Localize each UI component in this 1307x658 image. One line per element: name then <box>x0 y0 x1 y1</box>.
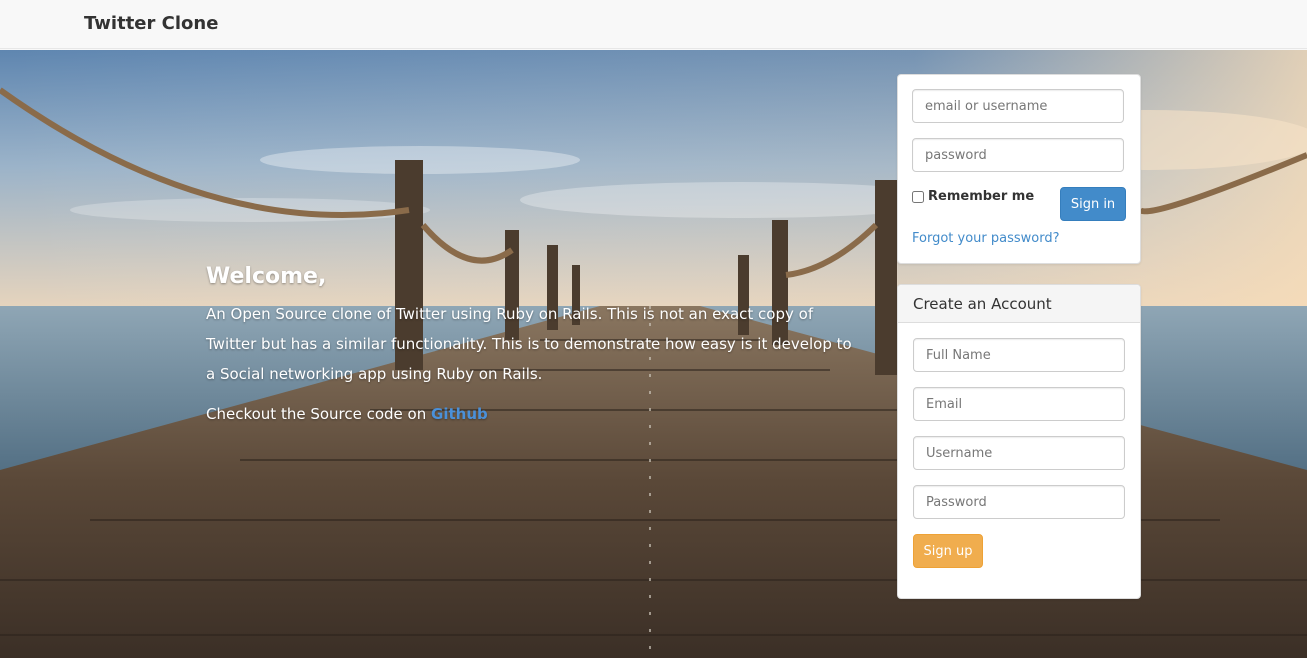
remember-me-checkbox[interactable] <box>912 190 924 203</box>
signup-panel-title: Create an Account <box>898 285 1140 323</box>
welcome-heading: Welcome, <box>206 264 327 289</box>
signup-password-input[interactable] <box>913 485 1125 519</box>
login-panel: Remember me Sign in Forgot your password… <box>897 74 1141 264</box>
brand-link[interactable]: Twitter Clone <box>84 13 218 34</box>
remember-me-label[interactable]: Remember me <box>912 189 1034 204</box>
source-code-line: Checkout the Source code on Github <box>206 399 856 429</box>
navbar: Twitter Clone <box>0 0 1307 49</box>
email-input[interactable] <box>913 387 1125 421</box>
remember-me-text: Remember me <box>928 189 1035 204</box>
forgot-password-link[interactable]: Forgot your password? <box>912 231 1060 246</box>
source-prefix-text: Checkout the Source code on <box>206 405 432 423</box>
login-password-input[interactable] <box>912 138 1124 172</box>
github-link[interactable]: Github <box>431 405 488 423</box>
full-name-input[interactable] <box>913 338 1125 372</box>
sign-up-button[interactable]: Sign up <box>913 534 983 568</box>
welcome-section: Welcome, An Open Source clone of Twitter… <box>206 264 856 429</box>
username-input[interactable] <box>913 436 1125 470</box>
welcome-description: An Open Source clone of Twitter using Ru… <box>206 305 852 383</box>
login-input[interactable] <box>912 89 1124 123</box>
signup-panel: Create an Account Sign up <box>897 284 1141 599</box>
sign-in-button[interactable]: Sign in <box>1060 187 1126 221</box>
